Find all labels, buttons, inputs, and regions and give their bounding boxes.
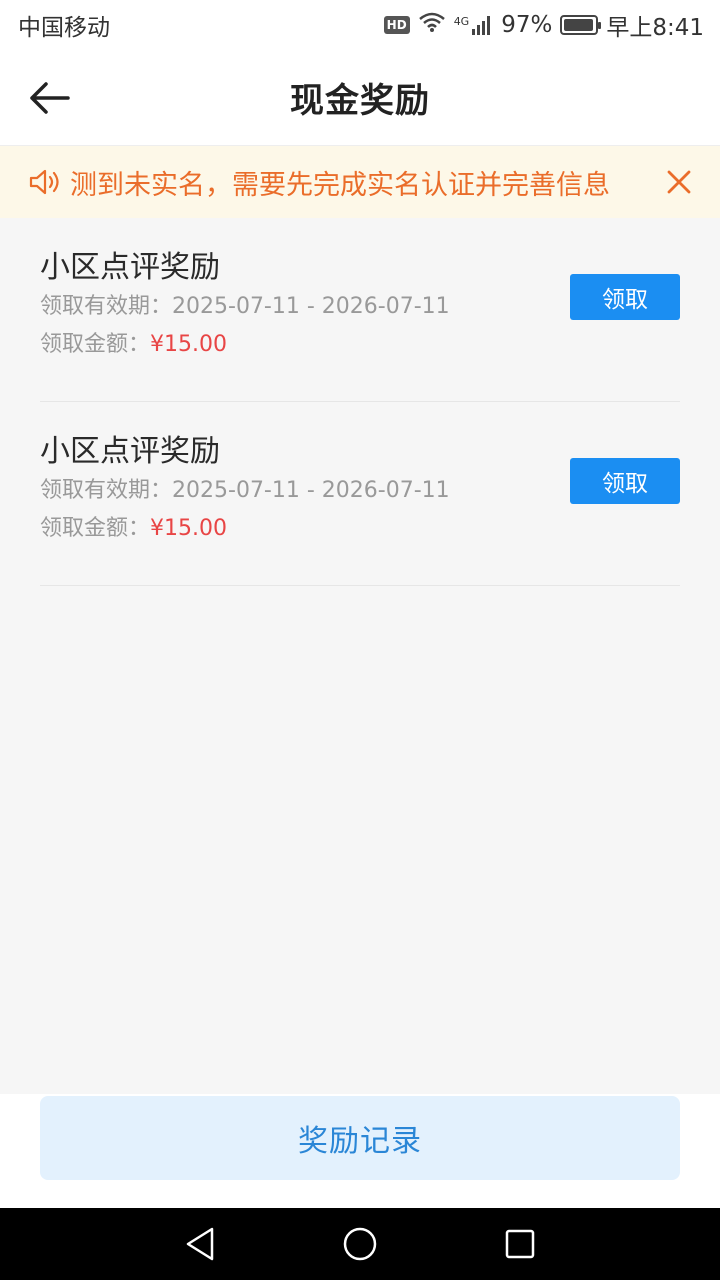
notice-text: 测到未实名，需要先完成实名认证并完善信息 [70,169,610,201]
square-recents-icon [505,1229,535,1259]
validity-dates: 2025-07-11 - 2026-07-11 [172,294,450,319]
validity-label: 领取有效期： [40,294,173,319]
carrier-label: 中国移动 [18,15,110,41]
battery-percent: 97% [501,12,553,38]
reward-amount: 领取金额：¥15.00 [40,510,680,548]
nav-recents-button[interactable] [488,1212,552,1276]
battery-level [564,19,594,31]
battery-icon [560,15,602,35]
reward-item: 小区点评奖励 领取有效期：2025-07-11 - 2026-07-11 领取金… [40,402,680,586]
validity-dates: 2025-07-11 - 2026-07-11 [172,478,450,503]
status-indicators: HD 4G 97% 早上8:41 [383,8,704,42]
reward-records-button[interactable]: 奖励记录 [40,1096,680,1180]
reward-list: 小区点评奖励 领取有效期：2025-07-11 - 2026-07-11 领取金… [40,218,680,586]
reward-item: 小区点评奖励 领取有效期：2025-07-11 - 2026-07-11 领取金… [40,218,680,402]
triangle-back-icon [186,1227,214,1261]
signal-icon: 4G [454,15,494,35]
claim-button[interactable]: 领取 [570,458,680,504]
page-title: 现金奖励 [290,81,430,121]
amount-label: 领取金额： [40,516,151,541]
amount-label: 领取金额： [40,332,151,357]
page-header: 现金奖励 [0,50,720,146]
system-nav-bar [0,1208,720,1280]
verification-notice: 测到未实名，需要先完成实名认证并完善信息 [0,146,720,218]
network-type-label: 4G [453,15,470,28]
circle-home-icon [343,1227,377,1261]
back-button[interactable] [26,76,72,120]
arrow-left-icon [30,82,70,114]
clock-label: 早上8:41 [606,15,704,41]
wifi-icon [418,11,446,39]
claim-button[interactable]: 领取 [570,274,680,320]
amount-value: ¥15.00 [150,332,227,357]
status-bar: 中国移动 HD 4G 97% 早上8:41 [0,0,720,50]
speaker-icon [28,167,62,197]
hd-badge: HD [383,16,410,34]
nav-home-button[interactable] [328,1212,392,1276]
validity-label: 领取有效期： [40,478,173,503]
close-icon [667,170,691,194]
amount-value: ¥15.00 [150,516,227,541]
notice-close-button[interactable] [664,167,694,197]
reward-amount: 领取金额：¥15.00 [40,326,680,364]
nav-back-button[interactable] [168,1212,232,1276]
bottom-bar: 奖励记录 [0,1094,720,1208]
